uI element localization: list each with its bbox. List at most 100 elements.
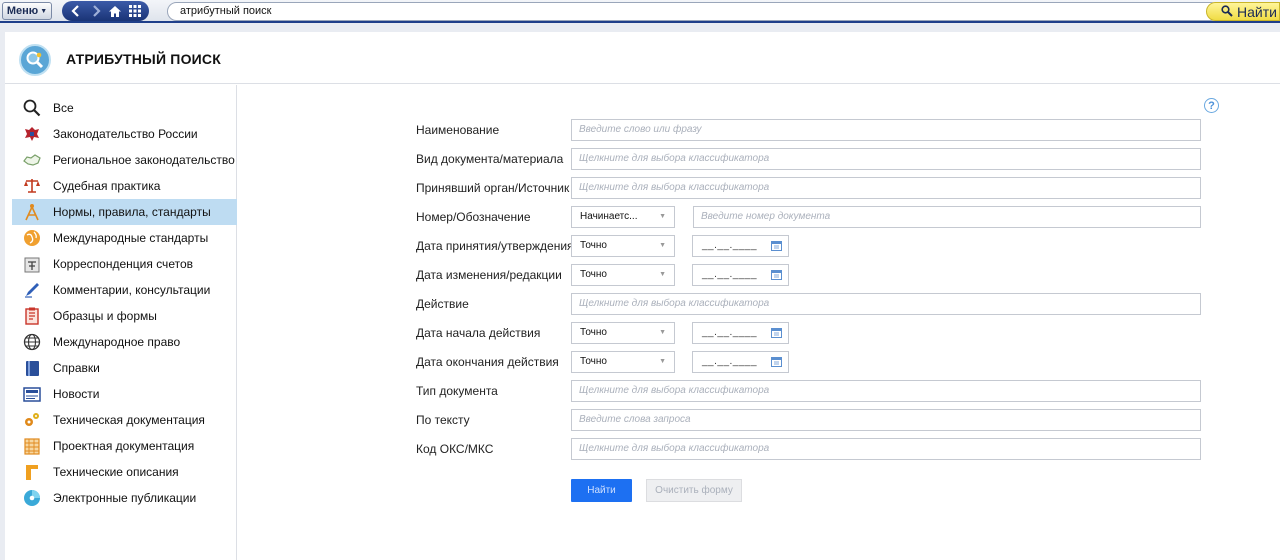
date-mask: __.__.____ xyxy=(702,240,758,251)
sidebar-item-label: Законодательство России xyxy=(53,127,198,141)
sidebar-item-label: Региональное законодательство xyxy=(53,153,235,167)
globe-grid-icon xyxy=(22,332,42,352)
chevron-down-icon: ▼ xyxy=(659,213,666,220)
chevron-down-icon: ▼ xyxy=(659,329,666,336)
sidebar-item-standards[interactable]: Нормы, правила, стандарты xyxy=(12,199,237,225)
sidebar-item-tech-docs[interactable]: Техническая документация xyxy=(12,407,237,433)
number-match-select[interactable]: Начинаетс... ▼ xyxy=(571,206,675,228)
label-effective-start: Дата начала действия xyxy=(416,326,541,340)
help-icon[interactable]: ? xyxy=(1204,98,1219,113)
date-mask: __.__.____ xyxy=(702,356,758,367)
issuer-classifier-field[interactable]: Щелкните для выбора классификатора xyxy=(571,177,1201,199)
sidebar-item-accounts[interactable]: Корреспонденция счетов xyxy=(12,251,237,277)
calendar-icon[interactable] xyxy=(771,269,782,280)
sidebar-item-label: Технические описания xyxy=(53,465,179,479)
forward-arrow-icon[interactable] xyxy=(87,3,105,19)
page-header: АТРИБУТНЫЙ ПОИСК xyxy=(5,32,1280,84)
global-find-button[interactable]: Найти xyxy=(1206,2,1280,21)
calendar-icon[interactable] xyxy=(771,327,782,338)
global-search-input[interactable]: атрибутный поиск xyxy=(167,2,1220,21)
sidebar-item-all[interactable]: Все xyxy=(12,95,237,121)
sidebar-item-court-practice[interactable]: Судебная практика xyxy=(12,173,237,199)
doc-kind-classifier-field[interactable]: Щелкните для выбора классификатора xyxy=(571,380,1201,402)
label-status: Действие xyxy=(416,297,469,311)
effective-start-mode-select[interactable]: Точно ▼ xyxy=(571,322,675,344)
revision-date-mode-select[interactable]: Точно ▼ xyxy=(571,264,675,286)
global-find-label: Найти xyxy=(1237,3,1277,20)
sidebar-item-references[interactable]: Справки xyxy=(12,355,237,381)
effective-end-mode-select[interactable]: Точно ▼ xyxy=(571,351,675,373)
chevron-down-icon: ▼ xyxy=(659,358,666,365)
clear-form-button[interactable]: Очистить форму xyxy=(646,479,742,502)
label-oks-code: Код ОКС/МКС xyxy=(416,442,494,456)
sidebar-item-regional-law[interactable]: Региональное законодательство xyxy=(12,147,237,173)
name-input[interactable]: Введите слово или фразу xyxy=(571,119,1201,141)
oks-code-classifier-field[interactable]: Щелкните для выбора классификатора xyxy=(571,438,1201,460)
chevron-down-icon: ▼ xyxy=(659,242,666,249)
label-issuer: Принявший орган/Источник xyxy=(416,181,570,195)
sidebar-item-project-docs[interactable]: Проектная документация xyxy=(12,433,237,459)
sidebar-item-russian-law[interactable]: Законодательство России xyxy=(12,121,237,147)
effective-end-date-input[interactable]: __.__.____ xyxy=(692,351,789,373)
calendar-icon[interactable] xyxy=(771,356,782,367)
chevron-down-icon: ▼ xyxy=(40,7,48,15)
forms-icon xyxy=(22,306,42,326)
sidebar-item-international-standards[interactable]: Международные стандарты xyxy=(12,225,237,251)
region-map-icon xyxy=(22,150,42,170)
sidebar-item-news[interactable]: Новости xyxy=(12,381,237,407)
sidebar-item-label: Комментарии, консультации xyxy=(53,283,211,297)
date-mask: __.__.____ xyxy=(702,269,758,280)
back-arrow-icon[interactable] xyxy=(67,3,85,19)
fulltext-input[interactable]: Введите слова запроса xyxy=(571,409,1201,431)
apps-grid-icon[interactable] xyxy=(126,3,144,19)
main-panel: АТРИБУТНЫЙ ПОИСК Все Законодательство Ро… xyxy=(5,32,1280,560)
label-name: Наименование xyxy=(416,123,500,137)
adoption-date-mode-select[interactable]: Точно ▼ xyxy=(571,235,675,257)
submit-search-button[interactable]: Найти xyxy=(571,479,632,502)
gears-icon xyxy=(22,410,42,430)
select-value: Точно xyxy=(580,269,607,280)
doc-type-classifier-field[interactable]: Щелкните для выбора классификатора xyxy=(571,148,1201,170)
sidebar-item-forms[interactable]: Образцы и формы xyxy=(12,303,237,329)
sidebar-item-label: Электронные публикации xyxy=(53,491,197,505)
label-effective-end: Дата окончания действия xyxy=(416,355,559,369)
sidebar-item-e-publications[interactable]: Электронные публикации xyxy=(12,485,237,511)
sidebar-item-tech-descriptions[interactable]: Технические описания xyxy=(12,459,237,485)
calendar-icon[interactable] xyxy=(771,240,782,251)
sidebar-item-label: Судебная практика xyxy=(53,179,161,193)
sidebar-item-label: Техническая документация xyxy=(53,413,205,427)
sidebar-item-label: Образцы и формы xyxy=(53,309,157,323)
disc-icon xyxy=(22,488,42,508)
select-value: Точно xyxy=(580,327,607,338)
sidebar-item-label: Все xyxy=(53,101,74,115)
page-title: АТРИБУТНЫЙ ПОИСК xyxy=(66,51,221,67)
select-value: Начинаетс... xyxy=(580,211,638,222)
ruler-icon xyxy=(22,462,42,482)
menu-button[interactable]: Меню ▼ xyxy=(2,2,52,20)
sidebar-item-label: Корреспонденция счетов xyxy=(53,257,193,271)
sidebar-item-comments[interactable]: Комментарии, консультации xyxy=(12,277,237,303)
sidebar-item-label: Справки xyxy=(53,361,100,375)
sidebar-item-international-law[interactable]: Международное право xyxy=(12,329,237,355)
adoption-date-input[interactable]: __.__.____ xyxy=(692,235,789,257)
label-doc-type: Вид документа/материала xyxy=(416,152,564,166)
status-classifier-field[interactable]: Щелкните для выбора классификатора xyxy=(571,293,1201,315)
menu-button-label: Меню xyxy=(6,5,39,17)
grid-icon xyxy=(22,436,42,456)
pen-icon xyxy=(22,280,42,300)
news-icon xyxy=(22,384,42,404)
book-icon xyxy=(22,358,42,378)
sidebar-item-label: Новости xyxy=(53,387,100,401)
effective-start-date-input[interactable]: __.__.____ xyxy=(692,322,789,344)
home-icon[interactable] xyxy=(106,3,124,19)
sidebar-item-label: Проектная документация xyxy=(53,439,195,453)
attribute-search-logo-icon xyxy=(19,44,51,76)
number-input[interactable]: Введите номер документа xyxy=(693,206,1201,228)
date-mask: __.__.____ xyxy=(702,327,758,338)
nav-button-group xyxy=(62,1,149,21)
magnifier-icon xyxy=(1221,4,1233,20)
sidebar-item-label: Международные стандарты xyxy=(53,231,209,245)
revision-date-input[interactable]: __.__.____ xyxy=(692,264,789,286)
category-sidebar: Все Законодательство России Региональное… xyxy=(5,85,237,560)
sidebar-item-label: Нормы, правила, стандарты xyxy=(53,205,211,219)
